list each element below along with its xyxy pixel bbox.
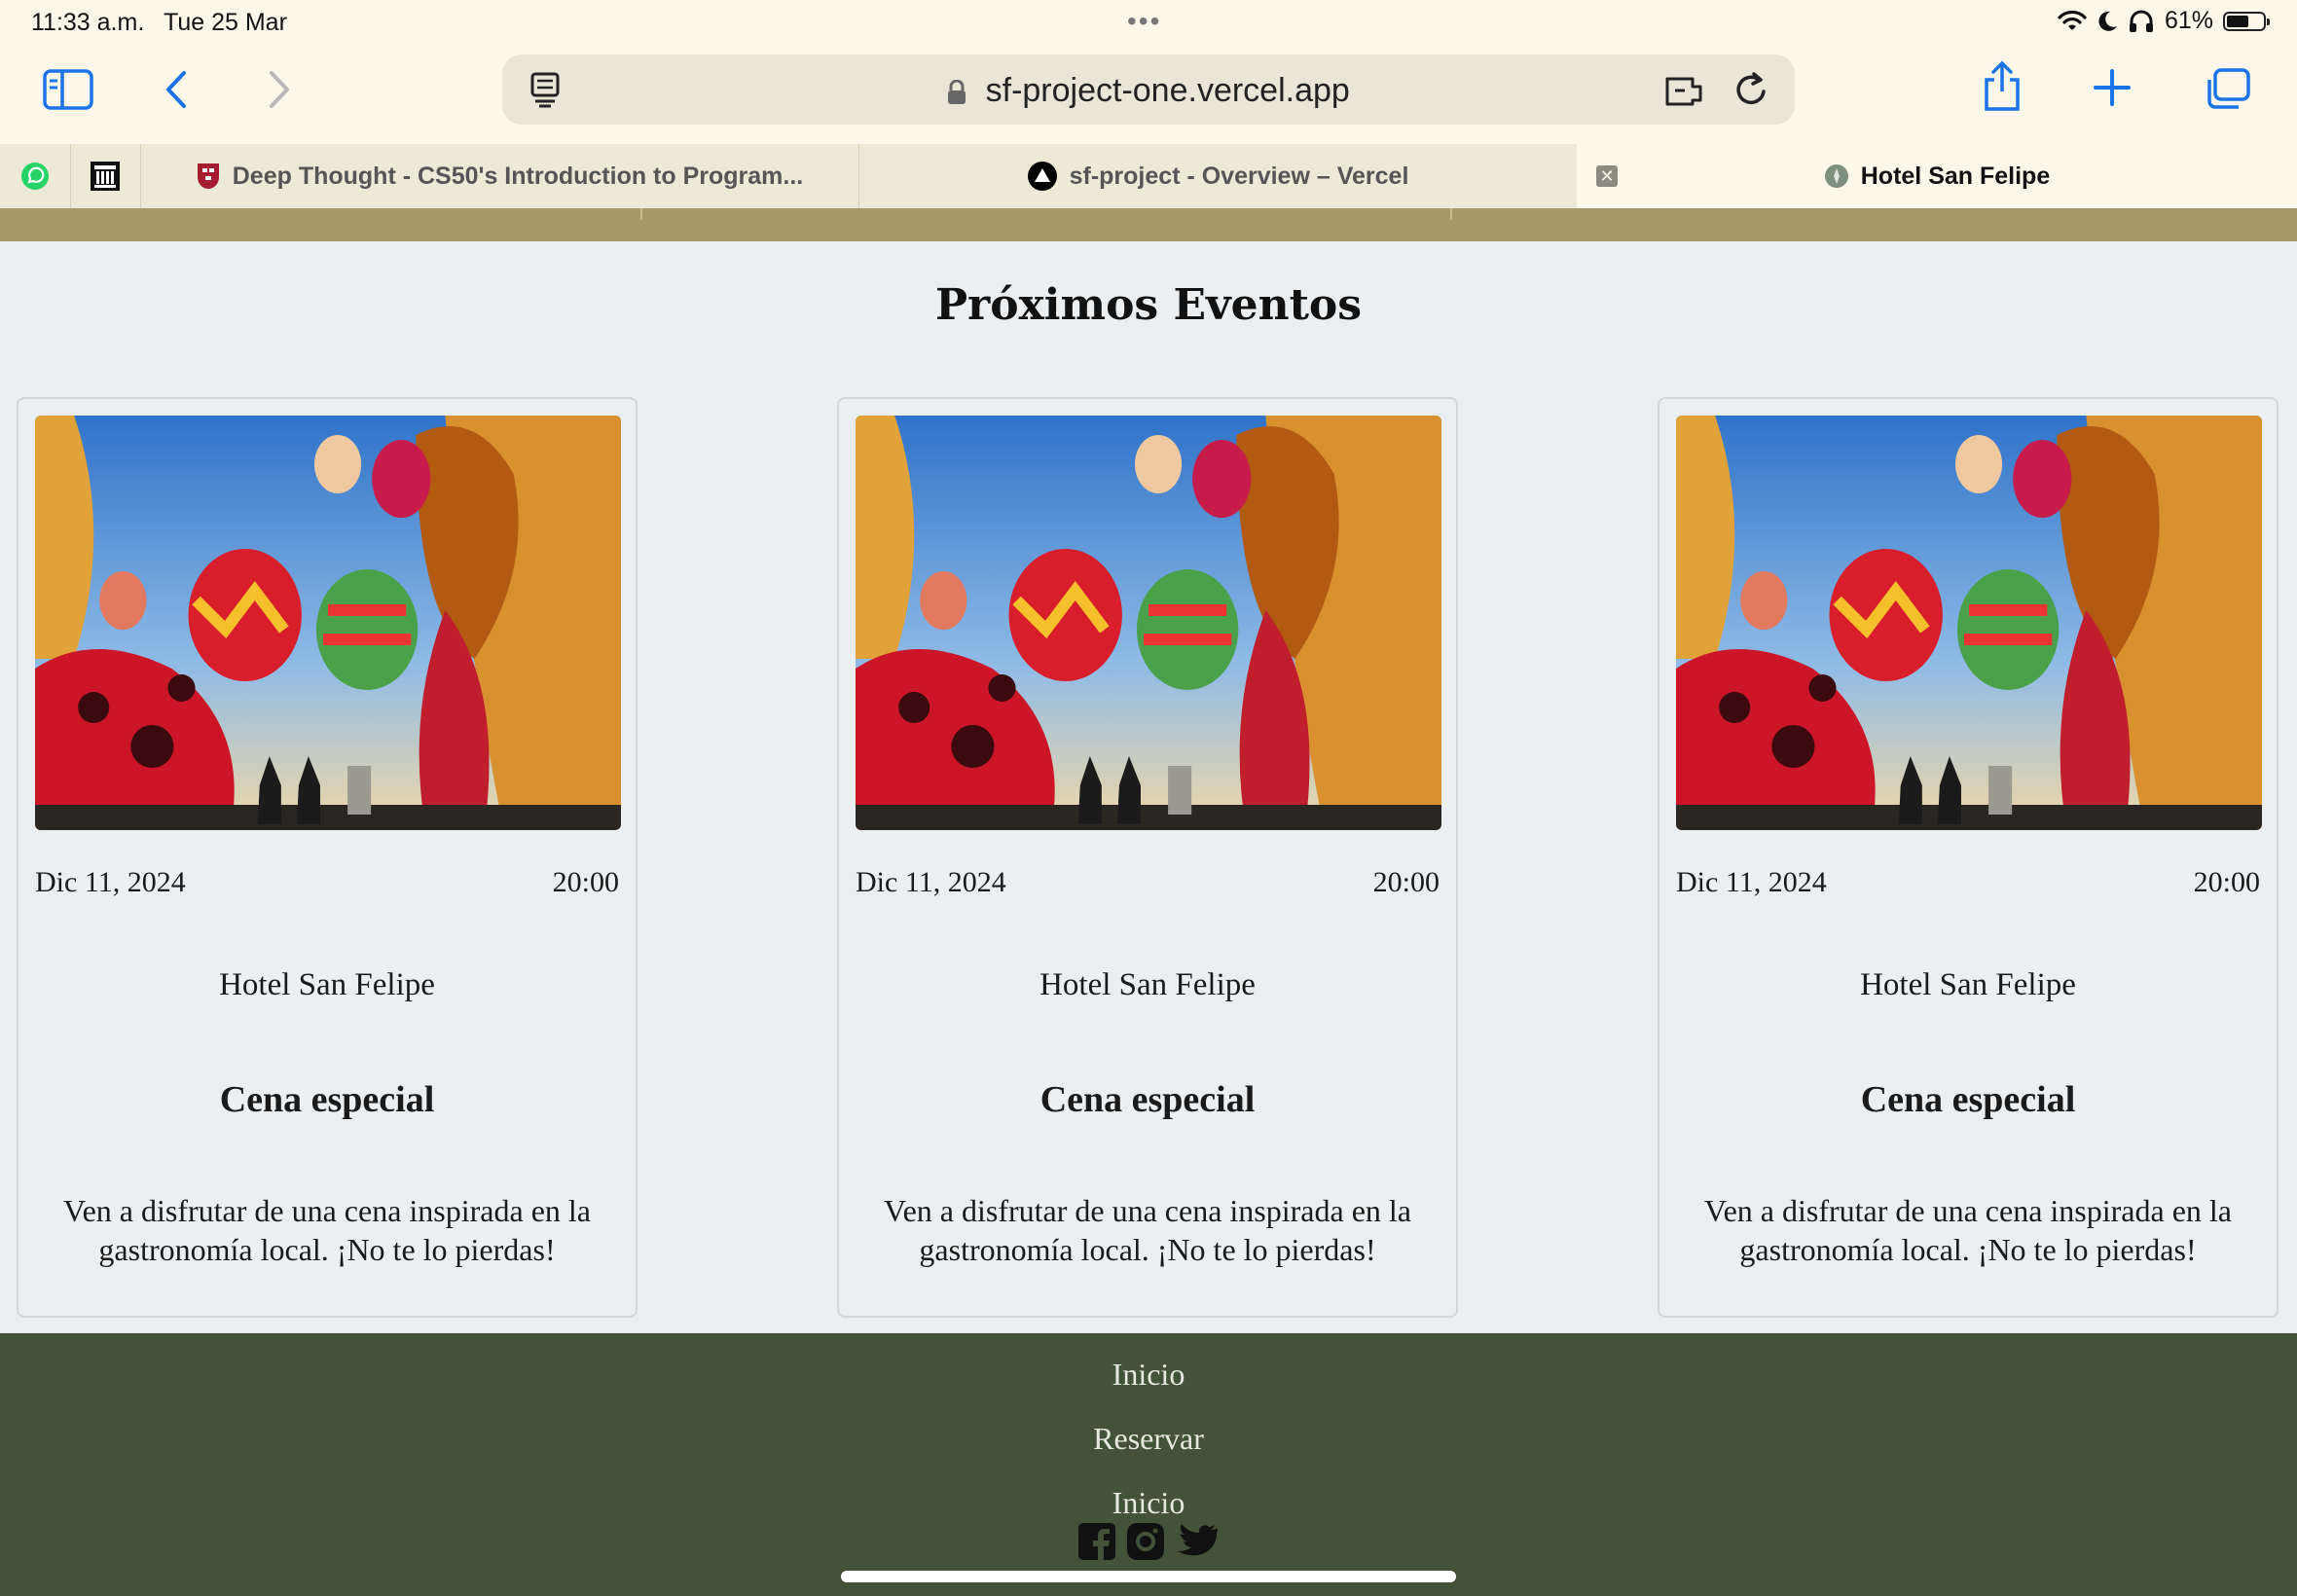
event-date: Dic 11, 2024 <box>35 866 186 898</box>
event-card: Dic 11, 2024 20:00 Hotel San Felipe Cena… <box>1658 397 2279 1318</box>
event-date: Dic 11, 2024 <box>1676 866 1827 898</box>
instagram-icon[interactable] <box>1126 1522 1165 1561</box>
headphones-icon <box>2129 10 2153 32</box>
wifi-icon <box>2058 10 2087 30</box>
home-indicator[interactable] <box>841 1571 1456 1582</box>
event-card: Dic 11, 2024 20:00 Hotel San Felipe Cena… <box>837 397 1458 1318</box>
event-venue: Hotel San Felipe <box>1860 967 2076 1002</box>
tab-title: Deep Thought - CS50's Introduction to Pr… <box>232 162 804 190</box>
twitter-icon[interactable] <box>1175 1522 1218 1561</box>
site-footer: Inicio Reservar Inicio <box>0 1333 2297 1596</box>
event-photo <box>1676 416 2262 830</box>
harvard-shield-icon <box>197 163 219 189</box>
tab-title: Hotel San Felipe <box>1860 162 2051 190</box>
sidebar-toggle-icon[interactable] <box>43 68 93 111</box>
event-time: 20:00 <box>1372 866 1440 898</box>
tab-bar: Deep Thought - CS50's Introduction to Pr… <box>0 144 2297 209</box>
event-description: Ven a disfrutar de una cena inspirada en… <box>884 1193 1411 1267</box>
event-time: 20:00 <box>2193 866 2260 898</box>
museum-icon <box>91 162 120 191</box>
lock-icon <box>948 80 966 105</box>
site-header-strip <box>0 208 2297 241</box>
status-bar: 11:33 a.m. Tue 25 Mar ••• 61% <box>0 0 2297 47</box>
multitasking-dots-icon[interactable]: ••• <box>1127 6 1161 37</box>
browser-toolbar: sf-project-one.vercel.app <box>0 47 2297 144</box>
address-bar[interactable]: sf-project-one.vercel.app <box>502 54 1795 125</box>
event-venue: Hotel San Felipe <box>219 967 435 1002</box>
back-icon[interactable] <box>162 68 191 111</box>
event-venue: Hotel San Felipe <box>1039 967 1256 1002</box>
tabs-overview-icon[interactable] <box>2206 66 2252 113</box>
tab-hotel-san-felipe[interactable]: Hotel San Felipe <box>1577 144 2297 208</box>
whatsapp-icon <box>21 163 49 190</box>
share-icon[interactable] <box>1980 60 2024 113</box>
footer-link-inicio[interactable]: Inicio <box>0 1357 2297 1393</box>
status-indicators: 61% <box>2058 7 2270 35</box>
footer-link-inicio-2[interactable]: Inicio <box>0 1485 2297 1521</box>
tab-vercel[interactable]: sf-project - Overview – Vercel <box>858 144 1578 208</box>
event-title: Cena especial <box>219 1079 435 1120</box>
event-card: Dic 11, 2024 20:00 Hotel San Felipe Cena… <box>17 397 638 1318</box>
event-title: Cena especial <box>1860 1079 2076 1120</box>
battery-icon <box>2223 11 2270 31</box>
event-date: Dic 11, 2024 <box>856 866 1006 898</box>
pinned-tab-whatsapp[interactable] <box>0 144 71 208</box>
footer-link-reservar[interactable]: Reservar <box>0 1421 2297 1457</box>
battery-percent: 61% <box>2164 7 2213 34</box>
url-text: sf-project-one.vercel.app <box>985 72 1350 109</box>
extensions-icon[interactable] <box>1662 70 1707 109</box>
tab-title: sf-project - Overview – Vercel <box>1069 162 1409 190</box>
forward-icon[interactable] <box>265 68 294 111</box>
new-tab-icon[interactable] <box>2093 68 2132 107</box>
site-favicon-icon <box>1824 164 1848 188</box>
moon-icon <box>2098 11 2117 31</box>
event-time: 20:00 <box>552 866 619 898</box>
status-date: Tue 25 Mar <box>164 9 287 36</box>
close-tab-icon[interactable]: ✕ <box>1596 165 1618 187</box>
event-title: Cena especial <box>1039 1079 1256 1120</box>
event-photo <box>856 416 1441 830</box>
event-description: Ven a disfrutar de una cena inspirada en… <box>63 1193 591 1267</box>
reload-icon[interactable] <box>1731 68 1771 111</box>
pinned-tab-museum[interactable] <box>70 144 141 208</box>
event-description: Ven a disfrutar de una cena inspirada en… <box>1704 1193 2232 1267</box>
vercel-triangle-icon <box>1027 162 1057 191</box>
social-links <box>1077 1522 1218 1561</box>
section-title: Próximos Eventos <box>934 280 1363 330</box>
tab-cs50[interactable]: Deep Thought - CS50's Introduction to Pr… <box>140 144 859 208</box>
event-photo <box>35 416 621 830</box>
status-time: 11:33 a.m. <box>31 9 145 36</box>
facebook-icon[interactable] <box>1077 1522 1116 1561</box>
